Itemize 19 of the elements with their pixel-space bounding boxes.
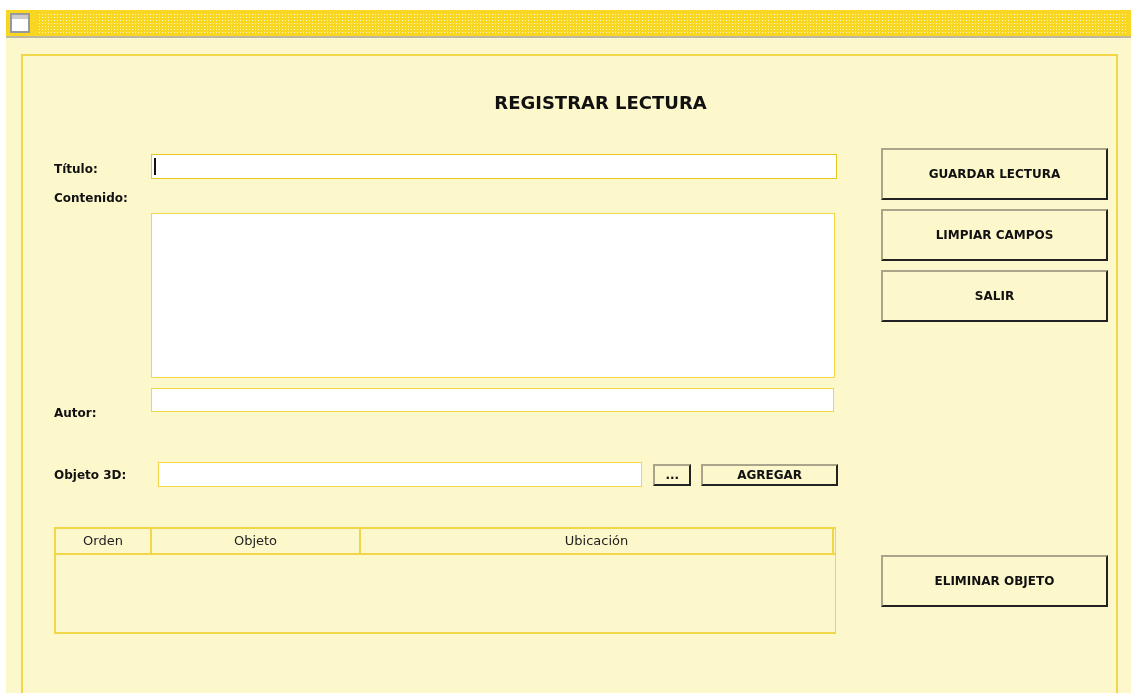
field-label: Título: [54,162,99,176]
column-header[interactable]: Orden [56,529,152,553]
field-label: Autor: [54,406,98,420]
column-header[interactable]: Objeto [152,529,361,553]
field-label: Contenido: [54,191,128,205]
text-area[interactable] [151,213,835,378]
text-field[interactable] [151,388,834,412]
field-label: Objeto 3D: [54,467,128,482]
column-header[interactable]: Ubicación [361,529,834,553]
action-button[interactable]: LIMPIAR CAMPOS [881,209,1108,261]
add-button[interactable]: AGREGAR [701,463,838,486]
form-title: REGISTRAR LECTURA [493,92,708,115]
delete-button[interactable]: ELIMINAR OBJETO [881,555,1108,607]
text-field[interactable] [158,462,643,487]
window-icon [10,13,30,33]
action-button[interactable]: GUARDAR LECTURA [881,148,1108,200]
action-button[interactable]: SALIR [881,270,1108,322]
text-field[interactable] [151,154,837,179]
browse-button[interactable]: ... [653,463,692,486]
